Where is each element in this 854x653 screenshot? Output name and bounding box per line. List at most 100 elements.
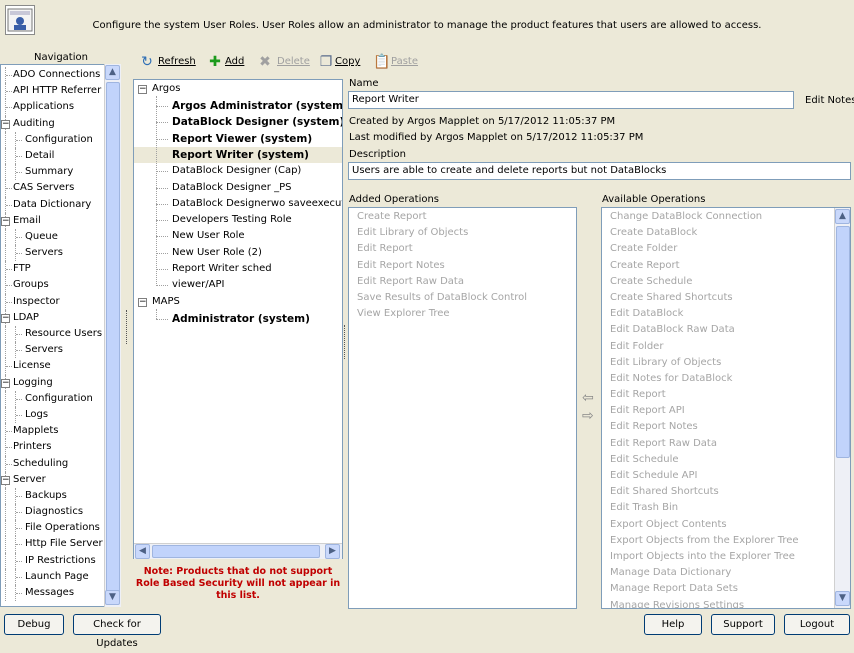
nav-item[interactable]: Scheduling <box>1 455 105 472</box>
delete-button[interactable]: Delete <box>277 56 310 67</box>
nav-item[interactable]: Messages <box>1 585 105 602</box>
added-operations-list[interactable]: Create Report Edit Library of Objects Edit… <box>348 207 577 609</box>
available-operation-item[interactable]: Edit Schedule API <box>602 468 850 484</box>
available-operation-item[interactable]: Create Shared Shortcuts <box>602 290 850 306</box>
nav-item[interactable]: Servers <box>1 342 105 359</box>
nav-item[interactable]: Mapplets <box>1 423 105 440</box>
nav-item[interactable]: Inspector <box>1 293 105 310</box>
scroll-down-icon[interactable]: ▼ <box>835 591 850 606</box>
added-operation-item[interactable]: View Explorer Tree <box>349 306 576 322</box>
scroll-left-icon[interactable]: ◀ <box>135 544 150 559</box>
available-operation-item[interactable]: Edit Shared Shortcuts <box>602 484 850 500</box>
paste-button[interactable]: Paste <box>391 56 418 67</box>
available-operation-item[interactable]: Export Object Contents <box>602 517 850 533</box>
move-right-icon[interactable]: ⇨ <box>582 408 594 424</box>
collapse-icon[interactable]: − <box>1 119 10 129</box>
role-item[interactable]: Administrator (system) <box>172 311 310 327</box>
nav-item[interactable]: File Operations <box>1 520 105 537</box>
role-item[interactable]: Argos Administrator (system) <box>172 98 342 114</box>
nav-item[interactable]: Backups <box>1 487 105 505</box>
nav-item[interactable]: Groups <box>1 277 105 294</box>
role-item[interactable]: DataBlock Designer _PS <box>172 180 291 196</box>
role-item[interactable]: Report Writer sched <box>172 261 272 277</box>
available-operation-item[interactable]: Edit Report Notes <box>602 419 850 435</box>
available-operation-item[interactable]: Create Schedule <box>602 274 850 290</box>
debug-button[interactable]: Debug <box>4 614 64 635</box>
nav-item[interactable]: Applications <box>1 99 105 116</box>
available-operation-item[interactable]: Manage Report Data Sets <box>602 581 850 597</box>
collapse-icon[interactable]: − <box>138 85 147 94</box>
scroll-down-icon[interactable]: ▼ <box>105 590 120 605</box>
available-operation-item[interactable]: Import Objects into the Explorer Tree <box>602 549 850 565</box>
add-icon[interactable]: ✚ <box>207 54 223 70</box>
nav-item[interactable]: − LDAP <box>1 309 105 326</box>
name-field[interactable]: Report Writer <box>348 91 794 109</box>
nav-item[interactable]: Summary <box>1 164 105 181</box>
available-operation-item[interactable]: Edit Report API <box>602 403 850 419</box>
added-operation-item[interactable]: Edit Report <box>349 241 576 257</box>
available-operation-item[interactable]: Export Objects from the Explorer Tree <box>602 533 850 549</box>
support-button[interactable]: Support <box>711 614 775 635</box>
copy-icon[interactable]: ❐ <box>318 54 334 70</box>
edit-notes-link[interactable]: Edit Notes <box>805 95 854 106</box>
available-operation-item[interactable]: Edit Trash Bin <box>602 500 850 516</box>
nav-item[interactable]: Printers <box>1 439 105 456</box>
role-item[interactable]: New User Role <box>172 228 245 244</box>
refresh-button[interactable]: Refresh <box>158 56 196 67</box>
collapse-icon[interactable]: − <box>138 297 147 307</box>
added-operation-item[interactable]: Edit Report Raw Data <box>349 274 576 290</box>
collapse-icon[interactable]: − <box>1 313 10 323</box>
added-operation-item[interactable]: Edit Library of Objects <box>349 225 576 241</box>
nav-item[interactable]: Servers <box>1 245 105 262</box>
scroll-thumb-horizontal[interactable] <box>152 545 320 558</box>
collapse-icon[interactable]: − <box>1 378 10 388</box>
nav-item[interactable]: License <box>1 358 105 375</box>
nav-item[interactable]: − Server <box>1 471 105 488</box>
scroll-thumb[interactable] <box>106 82 120 604</box>
nav-item[interactable]: − Logging <box>1 374 105 391</box>
added-operation-item[interactable]: Create Report <box>349 209 576 225</box>
scroll-thumb[interactable] <box>836 226 850 458</box>
role-item[interactable]: DataBlock Designer (system) <box>172 114 342 130</box>
nav-item[interactable]: Data Dictionary <box>1 196 105 213</box>
role-item[interactable]: Report Viewer (system) <box>172 131 312 147</box>
available-operation-item[interactable]: Manage Revisions Settings <box>602 598 850 609</box>
added-operation-item[interactable]: Edit Report Notes <box>349 258 576 274</box>
nav-scrollbar[interactable]: ▲ ▼ <box>104 64 121 607</box>
available-operation-item[interactable]: Edit Report Raw Data <box>602 436 850 452</box>
nav-item[interactable]: Launch Page <box>1 568 105 585</box>
role-horizontal-scrollbar[interactable]: ◀ ▶ <box>134 543 342 559</box>
nav-item[interactable]: Configuration <box>1 390 105 407</box>
refresh-icon[interactable]: ↻ <box>139 54 155 70</box>
nav-item[interactable]: ADO Connections <box>1 67 105 84</box>
role-group-label[interactable]: Argos <box>152 81 180 97</box>
scroll-up-icon[interactable]: ▲ <box>835 209 850 224</box>
nav-item[interactable]: − Auditing <box>1 115 105 132</box>
available-operation-item[interactable]: Manage Data Dictionary <box>602 565 850 581</box>
nav-item[interactable]: Configuration <box>1 131 105 148</box>
nav-item[interactable]: Detail <box>1 147 105 165</box>
nav-splitter[interactable] <box>126 310 129 344</box>
added-operation-item[interactable]: Save Results of DataBlock Control <box>349 290 576 306</box>
available-operation-item[interactable]: Edit Report <box>602 387 850 403</box>
nav-item[interactable]: API HTTP Referrer <box>1 83 105 100</box>
available-operation-item[interactable]: Edit Schedule <box>602 452 850 468</box>
nav-item[interactable]: Http File Server <box>1 536 105 553</box>
nav-item[interactable]: Logs <box>1 406 105 424</box>
available-operation-item[interactable]: Create Folder <box>602 241 850 257</box>
add-button[interactable]: Add <box>225 56 244 67</box>
available-operation-item[interactable]: Create DataBlock <box>602 225 850 241</box>
check-updates-button[interactable]: Check for Updates <box>73 614 161 649</box>
nav-item[interactable]: CAS Servers <box>1 180 105 197</box>
available-operation-item[interactable]: Change DataBlock Connection <box>602 209 850 225</box>
nav-item[interactable]: IP Restrictions <box>1 552 105 569</box>
nav-item[interactable]: FTP <box>1 261 105 278</box>
role-group-label[interactable]: MAPS <box>152 294 180 310</box>
role-item[interactable]: New User Role (2) <box>172 245 262 261</box>
nav-item[interactable]: Queue <box>1 228 105 246</box>
scroll-right-icon[interactable]: ▶ <box>325 544 340 559</box>
role-item[interactable]: DataBlock Designer (Cap) <box>172 163 301 179</box>
available-operation-item[interactable]: Edit Notes for DataBlock <box>602 371 850 387</box>
available-operation-item[interactable]: Edit DataBlock <box>602 306 850 322</box>
available-operation-item[interactable]: Create Report <box>602 258 850 274</box>
